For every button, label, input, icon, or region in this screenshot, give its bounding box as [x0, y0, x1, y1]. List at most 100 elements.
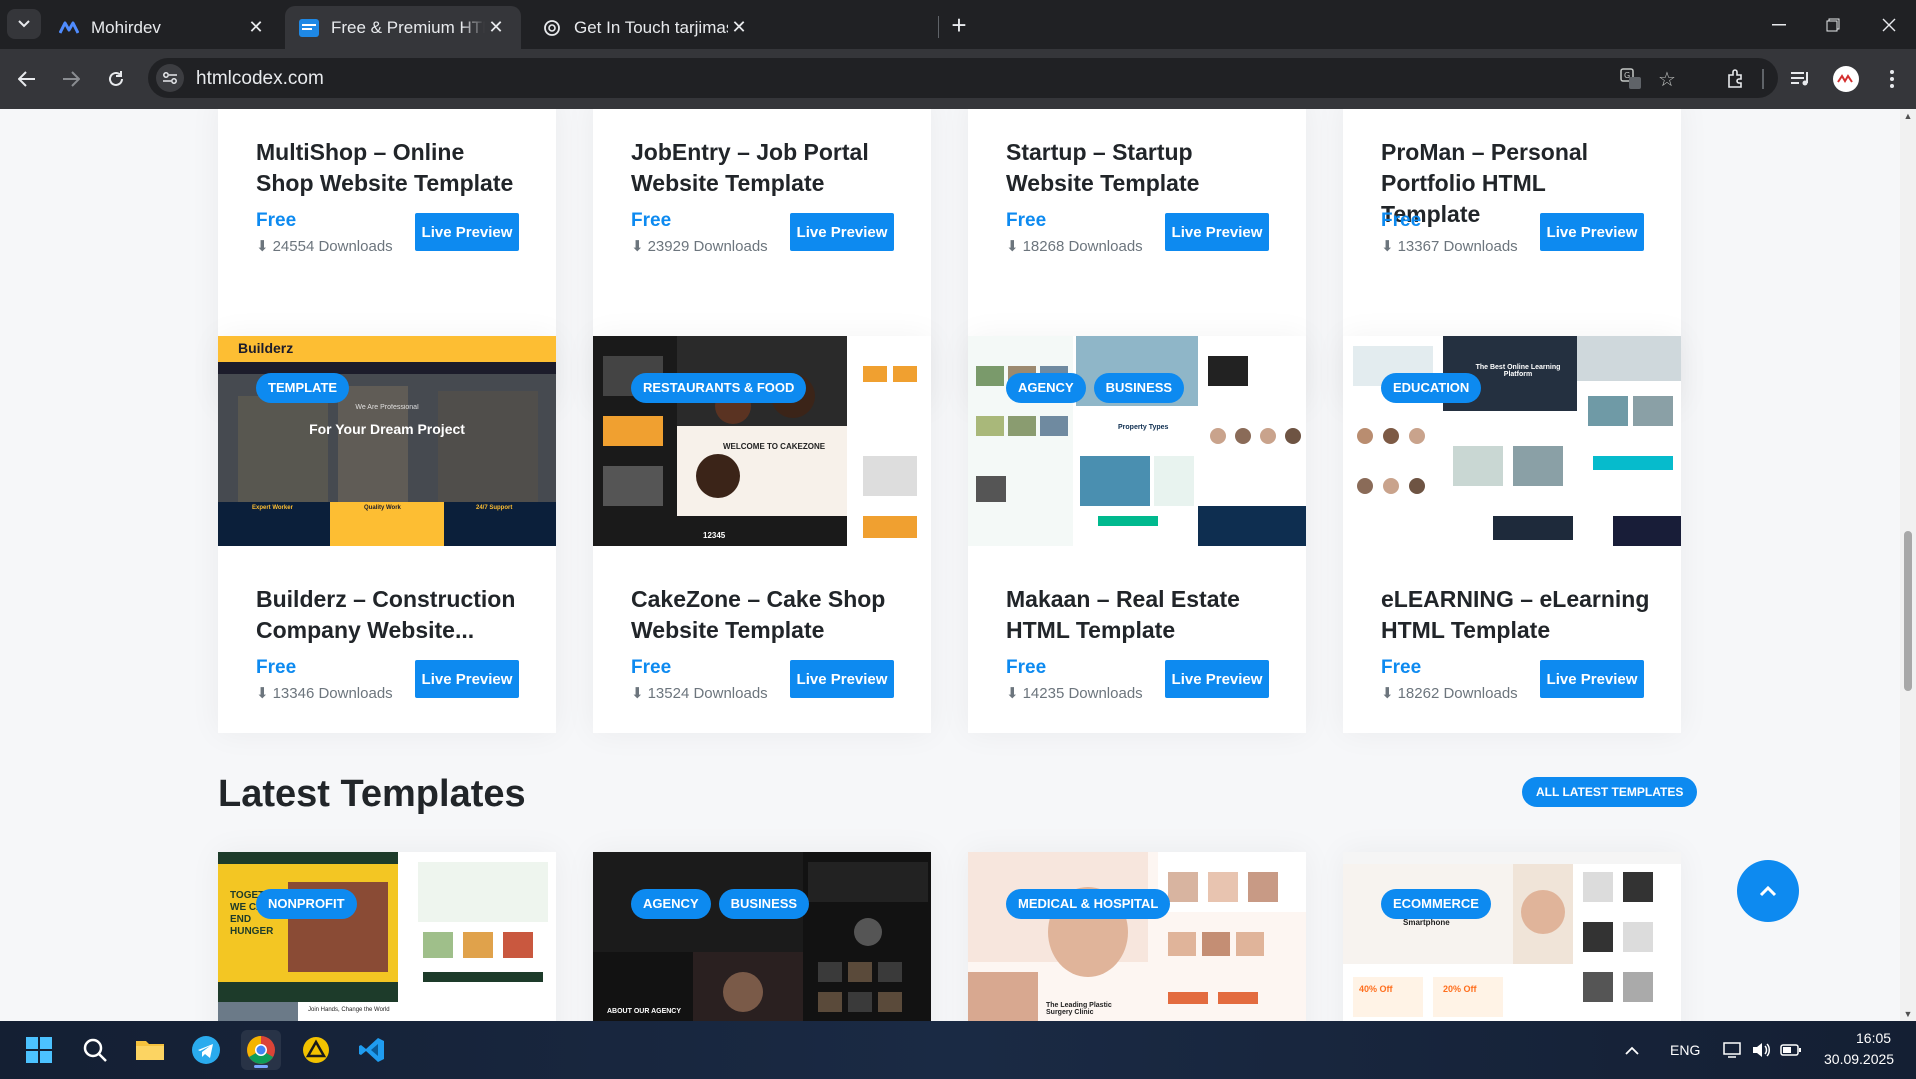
- download-count-text: 23929 Downloads: [647, 237, 768, 255]
- template-title[interactable]: JobEntry – Job Portal Website Template: [631, 137, 901, 199]
- telegram-button[interactable]: [186, 1030, 226, 1070]
- chevron-up-icon: [1625, 1046, 1639, 1055]
- media-controls-icon[interactable]: [1785, 63, 1817, 95]
- category-tag[interactable]: BUSINESS: [718, 889, 810, 919]
- category-tag[interactable]: AGENCY: [631, 889, 711, 919]
- template-thumbnail[interactable]: The Leading Plastic Surgery Clinic: [968, 852, 1306, 1021]
- template-card-makaan[interactable]: Property Types AGENCY BUSINESS Makaan – …: [968, 336, 1306, 733]
- site-info-icon[interactable]: [156, 64, 184, 92]
- template-thumbnail[interactable]: ABOUT OUR AGENCY: [593, 852, 931, 1021]
- tab-search-button[interactable]: [7, 9, 41, 39]
- address-bar[interactable]: htmlcodex.com G ☆: [148, 58, 1778, 98]
- close-tab-icon[interactable]: ✕: [728, 17, 750, 39]
- template-title[interactable]: Makaan – Real Estate HTML Template: [1006, 584, 1276, 646]
- template-thumbnail[interactable]: Builderz We Are Professional For Your Dr…: [218, 336, 556, 546]
- close-tab-icon[interactable]: ✕: [245, 17, 267, 39]
- live-preview-button[interactable]: Live Preview: [1165, 660, 1269, 698]
- category-tag[interactable]: NONPROFIT: [256, 889, 357, 919]
- download-icon: ⬇: [1006, 685, 1019, 702]
- category-tag[interactable]: RESTAURANTS & FOOD: [631, 373, 807, 403]
- all-latest-templates-button[interactable]: ALL LATEST TEMPLATES: [1522, 777, 1698, 807]
- template-title[interactable]: MultiShop – Online Shop Website Template: [256, 137, 526, 199]
- template-title[interactable]: CakeZone – Cake Shop Website Template: [631, 584, 901, 646]
- search-button[interactable]: [75, 1030, 115, 1070]
- back-to-top-button[interactable]: [1737, 860, 1799, 922]
- category-tag[interactable]: TEMPLATE: [256, 373, 350, 403]
- category-tag[interactable]: MEDICAL & HOSPITAL: [1006, 889, 1171, 919]
- url-text: htmlcodex.com: [196, 68, 324, 89]
- template-price: Free: [1381, 657, 1422, 678]
- latest-card-medical[interactable]: The Leading Plastic Surgery Clinic MEDIC…: [968, 852, 1306, 1021]
- template-thumbnail[interactable]: WELCOME TO CAKEZONE 12345: [593, 336, 931, 546]
- show-hidden-icons-button[interactable]: [1617, 1030, 1647, 1070]
- search-icon: [83, 1038, 107, 1062]
- extensions-icon[interactable]: [1720, 63, 1752, 95]
- category-tag[interactable]: BUSINESS: [1093, 373, 1185, 403]
- template-card-builderz[interactable]: Builderz We Are Professional For Your Dr…: [218, 336, 556, 733]
- live-preview-button[interactable]: Live Preview: [415, 213, 519, 251]
- reload-button[interactable]: [101, 64, 131, 94]
- scroll-up-arrow-icon[interactable]: ▲: [1903, 111, 1913, 121]
- file-explorer-button[interactable]: [130, 1030, 170, 1070]
- template-thumbnail[interactable]: TOGETHER WE CAN END HUNGER Join Hands, C…: [218, 852, 556, 1021]
- language-indicator[interactable]: ENG: [1670, 1042, 1700, 1058]
- htmlcodex-logo-icon: [299, 18, 319, 38]
- template-title[interactable]: eLEARNING – eLearning HTML Template: [1381, 584, 1651, 646]
- category-tags: NONPROFIT: [256, 889, 357, 919]
- bookmark-star-icon[interactable]: ☆: [1656, 68, 1678, 91]
- latest-card-agency[interactable]: ABOUT OUR AGENCY AGENCY BUSINESS: [593, 852, 931, 1021]
- category-tag[interactable]: EDUCATION: [1381, 373, 1482, 403]
- template-card-cakezone[interactable]: WELCOME TO CAKEZONE 12345 RESTAURANTS & …: [593, 336, 931, 733]
- tab-get-in-touch[interactable]: Get In Touch tarjimasi ✕: [528, 6, 764, 49]
- vscode-button[interactable]: [352, 1030, 392, 1070]
- clock-date[interactable]: 30.09.2025: [1824, 1051, 1894, 1067]
- translate-icon[interactable]: G: [1620, 68, 1642, 90]
- start-button[interactable]: [19, 1030, 59, 1070]
- new-tab-button[interactable]: +: [944, 10, 974, 40]
- volume-icon[interactable]: [1746, 1030, 1776, 1070]
- clock-time[interactable]: 16:05: [1856, 1030, 1891, 1046]
- live-preview-button[interactable]: Live Preview: [1165, 213, 1269, 251]
- tab-title: Free & Premium HTML Website: [331, 17, 485, 37]
- chrome-button[interactable]: [241, 1030, 281, 1070]
- battery-icon[interactable]: [1776, 1030, 1806, 1070]
- scrollbar-thumb[interactable]: [1904, 531, 1912, 691]
- close-tab-icon[interactable]: ✕: [485, 17, 507, 39]
- page-scrollbar[interactable]: ▲ ▼: [1900, 109, 1916, 1021]
- live-preview-button[interactable]: Live Preview: [1540, 660, 1644, 698]
- latest-card-ecommerce[interactable]: Smartphone 40% Off 20% Off ECOMMERCE: [1343, 852, 1681, 1021]
- minimize-button[interactable]: [1756, 10, 1802, 40]
- tab-htmlcodex[interactable]: Free & Premium HTML Website ✕: [285, 6, 521, 49]
- template-thumbnail[interactable]: The Best Online Learning Platform: [1343, 336, 1681, 546]
- tab-title: Mohirdev: [91, 17, 161, 37]
- live-preview-button[interactable]: Live Preview: [415, 660, 519, 698]
- template-thumbnail[interactable]: Smartphone 40% Off 20% Off: [1343, 852, 1681, 1021]
- download-count: ⬇ 23929 Downloads: [631, 237, 768, 256]
- restore-button[interactable]: [1810, 10, 1856, 40]
- browser-menu-icon[interactable]: [1876, 63, 1908, 95]
- thumbnail-headline: ABOUT OUR AGENCY: [607, 1008, 682, 1015]
- forward-button[interactable]: [56, 64, 86, 94]
- template-title[interactable]: Builderz – Construction Company Website.…: [256, 584, 526, 646]
- template-card-elearning[interactable]: The Best Online Learning Platform EDUCAT…: [1343, 336, 1681, 733]
- tab-mohirdev[interactable]: Mohirdev ✕: [45, 6, 281, 49]
- live-preview-button[interactable]: Live Preview: [790, 660, 894, 698]
- close-window-button[interactable]: [1866, 10, 1912, 40]
- latest-card-nonprofit[interactable]: TOGETHER WE CAN END HUNGER Join Hands, C…: [218, 852, 556, 1021]
- template-title[interactable]: Startup – Startup Website Template: [1006, 137, 1276, 199]
- template-thumbnail[interactable]: Property Types: [968, 336, 1306, 546]
- app-button[interactable]: [296, 1030, 336, 1070]
- network-icon[interactable]: [1718, 1030, 1748, 1070]
- chevron-down-icon: [18, 20, 30, 28]
- category-tag[interactable]: ECOMMERCE: [1381, 889, 1491, 919]
- back-button[interactable]: [12, 64, 42, 94]
- live-preview-button[interactable]: Live Preview: [1540, 213, 1644, 251]
- close-icon: [1882, 18, 1896, 32]
- thumbnail-discount: 40% Off: [1359, 984, 1393, 994]
- scroll-down-arrow-icon[interactable]: ▼: [1903, 1009, 1913, 1019]
- download-icon: ⬇: [256, 685, 269, 702]
- live-preview-button[interactable]: Live Preview: [790, 213, 894, 251]
- profile-avatar[interactable]: [1830, 63, 1862, 95]
- download-count-text: 18268 Downloads: [1022, 237, 1143, 255]
- category-tag[interactable]: AGENCY: [1006, 373, 1086, 403]
